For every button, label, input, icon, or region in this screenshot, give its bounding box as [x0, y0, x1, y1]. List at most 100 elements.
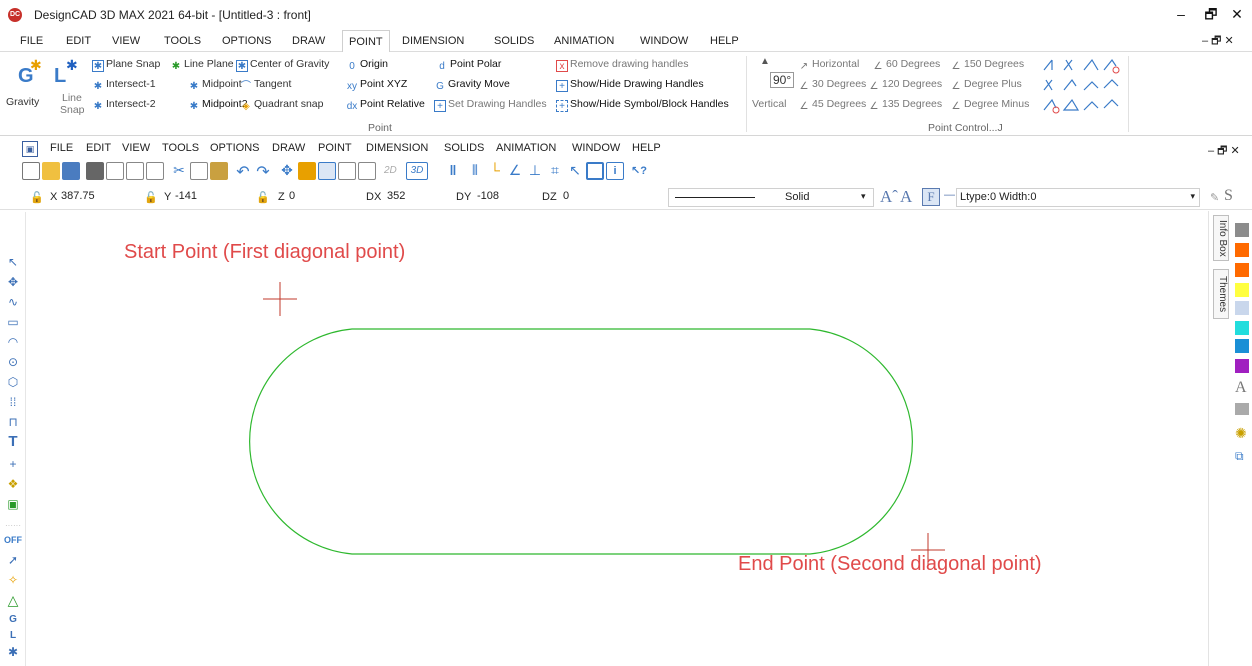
rectangle-icon[interactable]: ▭	[5, 314, 21, 330]
set-drawing-handles-button[interactable]: + Set Drawing Handles	[434, 98, 547, 112]
start-point-marker[interactable]	[263, 282, 297, 316]
z-coordinate-field[interactable]: 0	[286, 188, 356, 207]
30-degrees-button[interactable]: ∠ 30 Degrees	[798, 78, 867, 93]
minimize-button[interactable]: –	[1170, 4, 1192, 24]
tab-file[interactable]: FILE	[14, 30, 49, 52]
degree-minus-button[interactable]: ∠ Degree Minus	[950, 98, 1030, 113]
point-polar-button[interactable]: d Point Polar	[436, 58, 501, 73]
hatch-icon[interactable]: ❖	[5, 476, 21, 492]
copy-icon[interactable]	[190, 162, 208, 180]
pause-icon[interactable]: ‖	[444, 162, 462, 180]
tab-tools[interactable]: TOOLS	[158, 30, 207, 52]
origin-button[interactable]: 0 Origin	[346, 58, 388, 73]
intersect-1-button[interactable]: ✱ Intersect-1	[92, 78, 156, 93]
menu-animation[interactable]: ANIMATION	[496, 142, 556, 154]
snap-angle-icon[interactable]: ∠	[506, 162, 524, 180]
tab-edit[interactable]: EDIT	[60, 30, 97, 52]
line-plane-button[interactable]: ✱ Line Plane	[170, 58, 234, 73]
color-swatch[interactable]	[1235, 321, 1249, 335]
tab-draw[interactable]: DRAW	[286, 30, 331, 52]
pan-icon[interactable]: ✥	[278, 162, 296, 180]
page-setup-icon[interactable]	[126, 162, 144, 180]
gravity-snap-icon[interactable]: G	[5, 612, 21, 628]
line-snap-icon[interactable]: L ✱	[52, 56, 82, 87]
gravity-move-button[interactable]: G Gravity Move	[434, 78, 510, 93]
point-icon[interactable]: +	[5, 456, 21, 472]
dx-field[interactable]: 352	[384, 188, 450, 207]
print-preview-icon[interactable]	[106, 162, 124, 180]
curve-icon[interactable]: ∿	[5, 294, 21, 310]
vertical-angle-icon[interactable]: 90°	[770, 72, 795, 88]
open-icon[interactable]	[42, 162, 60, 180]
arc-icon[interactable]: ◠	[5, 334, 21, 350]
2d-button[interactable]: 2D	[384, 162, 406, 180]
ribbon-window-controls[interactable]: – 🗗 ✕	[1196, 30, 1240, 52]
45-degrees-button[interactable]: ∠ 45 Degrees	[798, 98, 867, 113]
slot-shape[interactable]	[249, 328, 913, 555]
y-lock-icon[interactable]: 🔓	[144, 191, 158, 204]
60-degrees-button[interactable]: ∠ 60 Degrees	[872, 58, 941, 73]
decrease-font-icon[interactable]: A	[900, 187, 912, 207]
snap-off-button[interactable]: OFF	[3, 532, 23, 548]
pen-icon[interactable]: ✎	[1210, 191, 1219, 204]
line-snap-label-1[interactable]: Line	[62, 92, 82, 104]
degree-plus-button[interactable]: ∠ Degree Plus	[950, 78, 1022, 93]
center-of-gravity-button[interactable]: ✱ Center of Gravity	[236, 58, 329, 72]
increase-font-icon[interactable]: Aˆ	[880, 187, 898, 207]
menu-file[interactable]: FILE	[50, 142, 73, 154]
close-button[interactable]: ✕	[1226, 4, 1248, 24]
horizontal-button[interactable]: ↗ Horizontal	[798, 58, 859, 73]
themes-tab[interactable]: Themes	[1213, 269, 1229, 319]
triangle-icon[interactable]: △	[5, 592, 21, 608]
gravity-icon[interactable]: G ✱	[14, 56, 44, 87]
array-icon[interactable]: ⁞⁞	[5, 394, 21, 410]
color-swatch[interactable]	[1235, 283, 1249, 297]
midpoint-button[interactable]: ✱ Midpoint	[188, 78, 242, 93]
ltype-select[interactable]: Ltype:0 Width:0 ▾	[956, 188, 1200, 207]
menu-dimension[interactable]: DIMENSION	[366, 142, 428, 154]
3d-button[interactable]: 3D	[406, 162, 428, 180]
circle-icon[interactable]: ⊙	[5, 354, 21, 370]
color-swatch[interactable]	[1235, 339, 1249, 353]
line-dash-icon[interactable]: —	[944, 189, 955, 201]
pointer-icon[interactable]: ➚	[5, 552, 21, 568]
perpendicular-icon[interactable]: ⊥	[526, 162, 544, 180]
intersect-small-icon[interactable]: ✱	[5, 644, 21, 660]
redo-icon[interactable]: ↷	[254, 162, 272, 181]
gravity-label[interactable]: Gravity	[6, 96, 39, 108]
120-degrees-button[interactable]: ∠ 120 Degrees	[868, 78, 943, 93]
document-icon[interactable]: ▣	[22, 141, 38, 157]
150-degrees-button[interactable]: ∠ 150 Degrees	[950, 58, 1025, 73]
layers-icon[interactable]: ⧉	[1235, 449, 1244, 464]
fill-icon[interactable]: ▣	[5, 496, 21, 512]
info-box-tab[interactable]: Info Box	[1213, 215, 1229, 261]
context-help-icon[interactable]: ↖?	[630, 162, 648, 180]
text-icon[interactable]: T	[5, 434, 21, 450]
save-icon[interactable]	[62, 162, 80, 180]
menu-options[interactable]: OPTIONS	[210, 142, 260, 154]
wand-icon[interactable]: ✧	[5, 572, 21, 588]
plane-snap-button[interactable]: ✱ Plane Snap	[92, 58, 160, 72]
menu-view[interactable]: VIEW	[122, 142, 150, 154]
color-swatch[interactable]	[1235, 243, 1249, 257]
text-style-icon[interactable]: A	[1235, 379, 1247, 397]
line-snap-label-2[interactable]: Snap	[60, 104, 85, 116]
menu-edit[interactable]: EDIT	[86, 142, 111, 154]
menu-point[interactable]: POINT	[318, 142, 352, 154]
135-degrees-button[interactable]: ∠ 135 Degrees	[868, 98, 943, 113]
line-style-select[interactable]: Solid ▾	[668, 188, 874, 207]
drawing-canvas[interactable]: Start Point (First diagonal point) End P…	[27, 211, 1207, 666]
window-icon[interactable]	[358, 162, 376, 180]
tab-animation[interactable]: ANIMATION	[548, 30, 620, 52]
app-logo-icon[interactable]: DC	[8, 8, 22, 22]
info-icon[interactable]: i	[606, 162, 624, 180]
font-button[interactable]: F	[922, 188, 940, 206]
dy-field[interactable]: -108	[474, 188, 536, 207]
vertical-label[interactable]: Vertical	[752, 98, 786, 110]
paste-icon[interactable]	[210, 162, 228, 180]
handles-icon[interactable]: ⌗	[546, 162, 564, 180]
color-swatch[interactable]	[1235, 359, 1249, 373]
new-icon[interactable]	[22, 162, 40, 180]
view-icon[interactable]	[318, 162, 336, 180]
color-swatch[interactable]	[1235, 301, 1249, 315]
